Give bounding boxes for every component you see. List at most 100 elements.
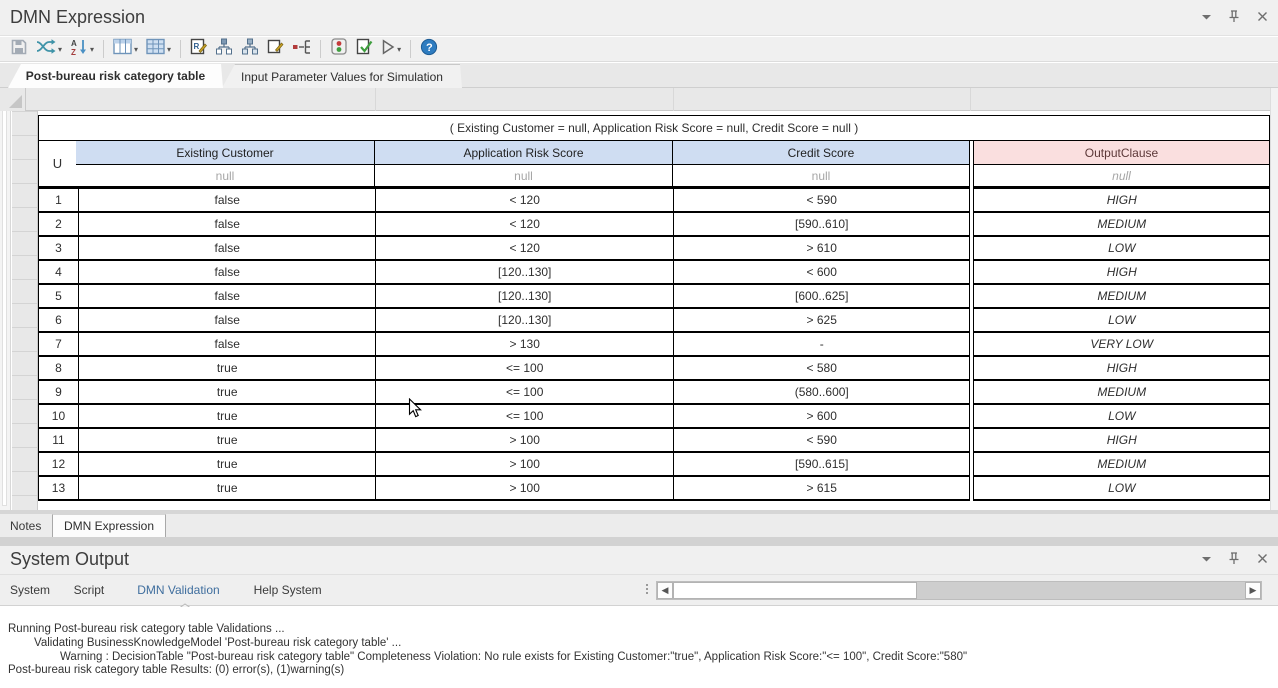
null-value-cell[interactable]: null xyxy=(374,165,672,189)
rule-output-cell[interactable]: VERY LOW xyxy=(974,333,1269,357)
rule-input-cell[interactable]: true xyxy=(78,453,376,477)
rule-input-cell[interactable]: true xyxy=(78,405,376,429)
scrollbar-thumb[interactable] xyxy=(673,582,917,599)
hit-policy-cell[interactable]: U xyxy=(39,141,76,189)
rule-number[interactable]: 10 xyxy=(39,405,78,429)
so-tab-script[interactable]: Script xyxy=(74,583,105,597)
rule-input-cell[interactable]: - xyxy=(673,333,970,357)
rule-number[interactable]: 3 xyxy=(39,237,78,261)
close-button[interactable] xyxy=(1254,552,1270,568)
merge-cells-button[interactable] xyxy=(289,37,314,62)
rule-input-cell[interactable]: false xyxy=(78,189,376,213)
rule-number[interactable]: 6 xyxy=(39,309,78,333)
rule-output-cell[interactable]: MEDIUM xyxy=(974,213,1269,237)
rule-number[interactable]: 4 xyxy=(39,261,78,285)
add-input-column-button[interactable] xyxy=(212,36,236,62)
tab-dmn-expression[interactable]: DMN Expression xyxy=(52,514,166,539)
rule-output-cell[interactable]: HIGH xyxy=(974,189,1269,213)
close-button[interactable] xyxy=(1254,10,1270,26)
rule-input-cell[interactable]: true xyxy=(78,381,376,405)
rule-input-cell[interactable]: < 120 xyxy=(375,189,673,213)
simulate-button[interactable] xyxy=(327,36,351,62)
rule-input-cell[interactable]: [120..130] xyxy=(375,261,673,285)
null-value-cell[interactable]: null xyxy=(672,165,969,189)
dropdown-caret-icon[interactable]: ▾ xyxy=(397,45,401,54)
rule-number[interactable]: 11 xyxy=(39,429,78,453)
rule-number[interactable]: 12 xyxy=(39,453,78,477)
chevron-down-button[interactable] xyxy=(1198,552,1214,568)
run-button[interactable]: ▾ xyxy=(378,37,404,62)
rule-input-cell[interactable]: <= 100 xyxy=(375,357,673,381)
tab-input-parameter-values[interactable]: Input Parameter Values for Simulation xyxy=(222,64,462,88)
dropdown-caret-icon[interactable]: ▾ xyxy=(90,45,94,54)
pin-button[interactable] xyxy=(1226,552,1242,568)
rule-input-cell[interactable]: true xyxy=(78,357,376,381)
rule-output-cell[interactable]: MEDIUM xyxy=(974,453,1269,477)
rule-number[interactable]: 13 xyxy=(39,477,78,501)
horizontal-scrollbar[interactable]: ◀ ▶ xyxy=(656,581,1262,600)
rule-output-cell[interactable]: HIGH xyxy=(974,429,1269,453)
rule-input-cell[interactable]: true xyxy=(78,477,376,501)
rule-input-cell[interactable]: > 100 xyxy=(375,477,673,501)
column-header-existing-customer[interactable]: Existing Customer xyxy=(76,141,374,165)
column-header-outputclause[interactable]: OutputClause xyxy=(974,141,1269,165)
rule-output-cell[interactable]: MEDIUM xyxy=(974,381,1269,405)
rule-input-cell[interactable]: [590..615] xyxy=(673,453,970,477)
dropdown-caret-icon[interactable]: ▾ xyxy=(58,45,62,54)
so-tab-dmn-validation[interactable]: DMN Validation xyxy=(137,583,219,597)
rule-input-cell[interactable]: > 610 xyxy=(673,237,970,261)
table-style-button[interactable]: ▾ xyxy=(110,36,141,62)
rule-input-cell[interactable]: > 625 xyxy=(673,309,970,333)
rule-input-cell[interactable]: < 120 xyxy=(375,237,673,261)
rule-input-cell[interactable]: > 130 xyxy=(375,333,673,357)
rule-input-cell[interactable]: false xyxy=(78,309,376,333)
select-all-corner[interactable] xyxy=(0,88,26,111)
rule-output-cell[interactable]: HIGH xyxy=(974,261,1269,285)
rule-output-cell[interactable]: LOW xyxy=(974,477,1269,501)
rule-input-cell[interactable]: > 615 xyxy=(673,477,970,501)
validate-button[interactable] xyxy=(353,36,376,62)
rule-number[interactable]: 1 xyxy=(39,189,78,213)
rule-input-cell[interactable]: > 100 xyxy=(375,453,673,477)
rule-input-cell[interactable]: > 100 xyxy=(375,429,673,453)
rule-output-cell[interactable]: LOW xyxy=(974,309,1269,333)
invocation-banner[interactable]: ( Existing Customer = null, Application … xyxy=(39,116,1269,141)
rule-input-cell[interactable]: [590..610] xyxy=(673,213,970,237)
dropdown-caret-icon[interactable]: ▾ xyxy=(167,45,171,54)
rule-input-cell[interactable]: [120..130] xyxy=(375,285,673,309)
rule-input-cell[interactable]: (580..600] xyxy=(673,381,970,405)
pin-button[interactable] xyxy=(1226,10,1242,26)
rule-input-cell[interactable]: false xyxy=(78,285,376,309)
rule-input-cell[interactable]: < 590 xyxy=(673,429,970,453)
rule-input-cell[interactable]: < 600 xyxy=(673,261,970,285)
so-tab-help-system[interactable]: Help System xyxy=(254,583,322,597)
null-value-cell[interactable]: null xyxy=(974,165,1269,189)
column-header-application-risk-score[interactable]: Application Risk Score xyxy=(374,141,672,165)
rule-input-cell[interactable]: false xyxy=(78,237,376,261)
rule-input-cell[interactable]: false xyxy=(78,213,376,237)
rule-input-cell[interactable]: false xyxy=(78,333,376,357)
rule-output-cell[interactable]: MEDIUM xyxy=(974,285,1269,309)
rule-input-cell[interactable]: [600..625] xyxy=(673,285,970,309)
pane-splitter[interactable] xyxy=(0,537,1278,546)
rule-number[interactable]: 2 xyxy=(39,213,78,237)
rule-input-cell[interactable]: true xyxy=(78,429,376,453)
rule-number[interactable]: 9 xyxy=(39,381,78,405)
null-value-cell[interactable]: null xyxy=(76,165,374,189)
vertical-scrollbar[interactable] xyxy=(0,88,11,510)
rule-output-cell[interactable]: HIGH xyxy=(974,357,1269,381)
table-grid-button[interactable]: ▾ xyxy=(143,36,174,62)
tab-post-bureau-risk-category-table[interactable]: Post-bureau risk category table xyxy=(8,64,223,88)
rule-input-cell[interactable]: [120..130] xyxy=(375,309,673,333)
sort-az-button[interactable]: AZ▾ xyxy=(67,36,97,63)
help-button[interactable]: ? xyxy=(417,36,441,63)
chevron-down-button[interactable] xyxy=(1198,10,1214,26)
shuffle-expression-button[interactable]: ▾ xyxy=(33,36,65,62)
rule-input-cell[interactable]: < 580 xyxy=(673,357,970,381)
rule-output-cell[interactable]: LOW xyxy=(974,237,1269,261)
rule-input-cell[interactable]: < 590 xyxy=(673,189,970,213)
tab-notes[interactable]: Notes xyxy=(10,519,41,533)
grip-handle-icon[interactable] xyxy=(646,584,648,594)
scroll-right-button[interactable]: ▶ xyxy=(1245,582,1261,599)
add-output-column-button[interactable] xyxy=(238,36,262,62)
